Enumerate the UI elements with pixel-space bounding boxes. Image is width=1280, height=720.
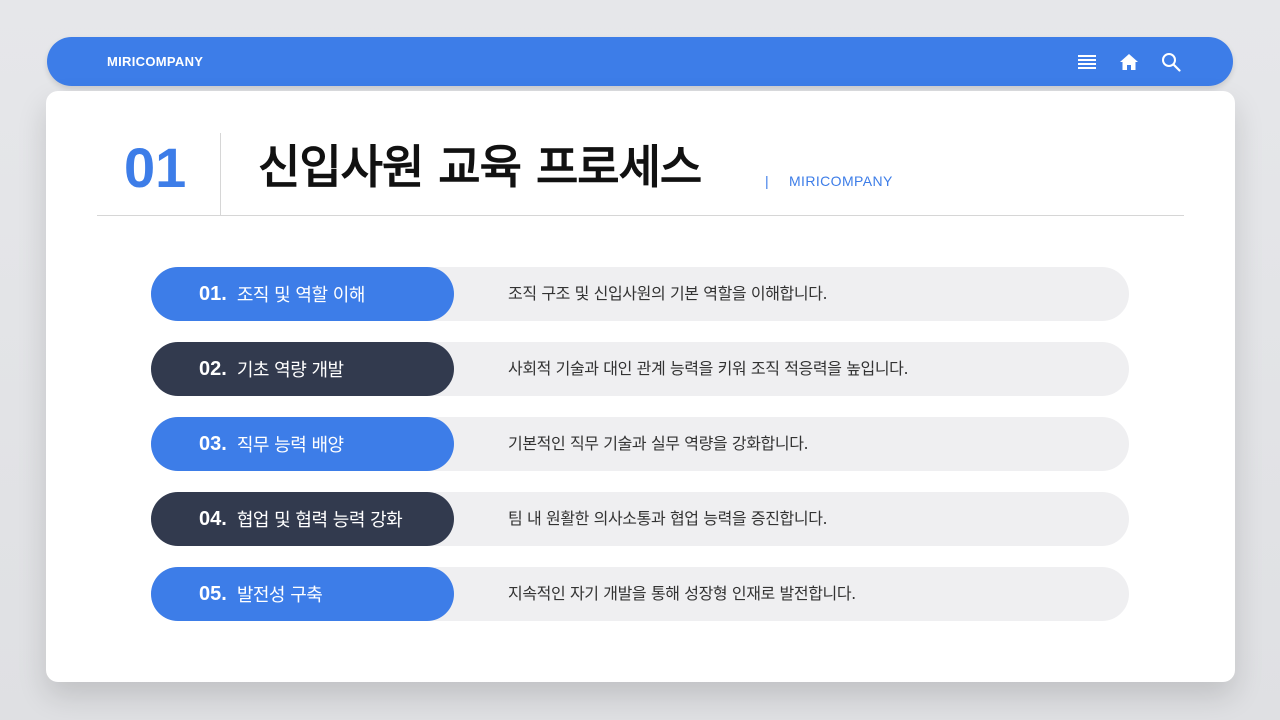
step-description: 기본적인 직무 기술과 실무 역량을 강화합니다. [508,434,809,453]
subtitle-brand: MIRICOMPANY [789,173,893,189]
step-description: 사회적 기술과 대인 관계 능력을 키워 조직 적응력을 높입니다. [508,359,909,378]
process-step-2: 02. 기초 역량 개발 사회적 기술과 대인 관계 능력을 키워 조직 적응력… [151,342,1129,396]
step-label: 조직 및 역할 이해 [236,285,366,306]
step-pill-4[interactable]: 04. 협업 및 협력 능력 강화 [151,492,454,546]
step-label: 직무 능력 배양 [236,435,344,456]
subtitle-separator: | [765,173,769,189]
menu-icon[interactable] [1077,51,1097,73]
step-description: 지속적인 자기 개발을 통해 성장형 인재로 발전합니다. [508,584,856,603]
step-number: 01. [199,282,227,305]
slide-stage: MIRICOMPANY 01 신입사원 교육 프로세스 | MIRICOMPAN… [0,0,1280,720]
step-number: 04. [199,507,227,530]
step-pill-5[interactable]: 05. 발전성 구축 [151,567,454,621]
process-steps-list: 01. 조직 및 역할 이해 조직 구조 및 신입사원의 기본 역할을 이해합니… [151,267,1129,642]
process-step-3: 03. 직무 능력 배양 기본적인 직무 기술과 실무 역량을 강화합니다. [151,417,1129,471]
nav-icon-group [1077,50,1181,74]
vertical-divider [220,133,221,216]
top-navigation-bar: MIRICOMPANY [47,37,1233,86]
header-divider [97,215,1184,216]
step-label: 기초 역량 개발 [236,360,344,381]
process-step-5: 05. 발전성 구축 지속적인 자기 개발을 통해 성장형 인재로 발전합니다. [151,567,1129,621]
step-number: 02. [199,357,227,380]
step-description: 팀 내 원활한 의사소통과 협업 능력을 증진합니다. [508,509,828,528]
section-number: 01 [124,136,187,199]
step-pill-1[interactable]: 01. 조직 및 역할 이해 [151,267,454,321]
step-pill-3[interactable]: 03. 직무 능력 배양 [151,417,454,471]
content-card: 01 신입사원 교육 프로세스 | MIRICOMPANY 01. 조직 및 역… [46,91,1235,682]
search-icon[interactable] [1161,51,1181,73]
brand-logo-text[interactable]: MIRICOMPANY [107,54,203,69]
step-label: 협업 및 협력 능력 강화 [236,510,403,531]
step-description: 조직 구조 및 신입사원의 기본 역할을 이해합니다. [508,284,828,303]
step-pill-2[interactable]: 02. 기초 역량 개발 [151,342,454,396]
step-number: 03. [199,432,227,455]
step-number: 05. [199,582,227,605]
process-step-4: 04. 협업 및 협력 능력 강화 팀 내 원활한 의사소통과 협업 능력을 증… [151,492,1129,546]
home-icon[interactable] [1119,51,1139,73]
page-title: 신입사원 교육 프로세스 [258,140,702,194]
step-label: 발전성 구축 [236,585,323,606]
process-step-1: 01. 조직 및 역할 이해 조직 구조 및 신입사원의 기본 역할을 이해합니… [151,267,1129,321]
